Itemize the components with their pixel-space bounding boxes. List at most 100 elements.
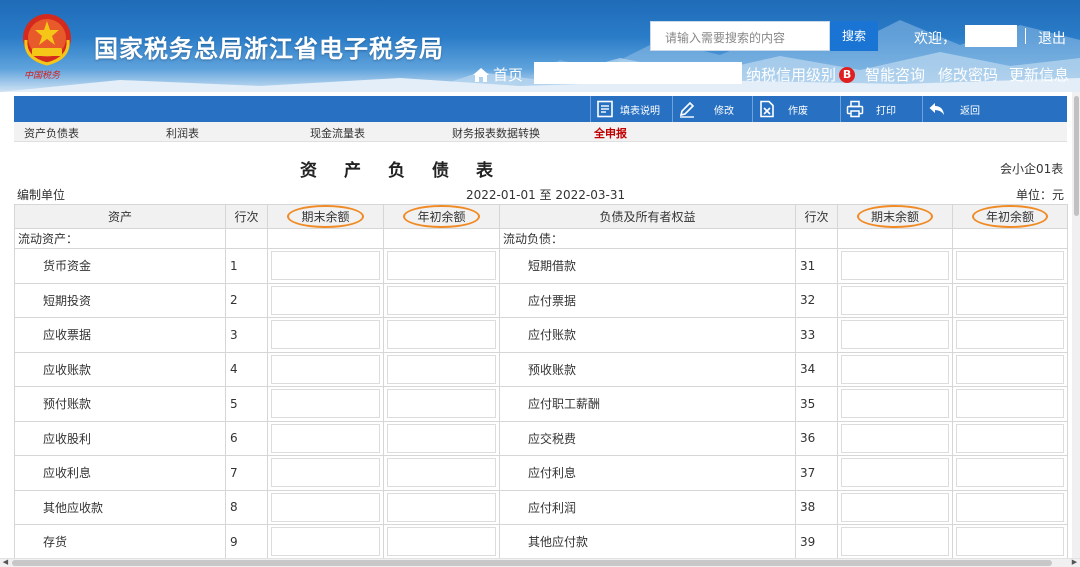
- search-button[interactable]: 搜索: [830, 21, 878, 51]
- opening-balance-input[interactable]: [387, 389, 496, 419]
- back-button[interactable]: 返回: [922, 96, 980, 122]
- line-number: 35: [795, 386, 838, 422]
- opening-balance-input[interactable]: [387, 354, 496, 384]
- scroll-right-arrow-icon[interactable]: ▶: [1070, 558, 1079, 567]
- opening-balance-input[interactable]: [956, 389, 1064, 419]
- credit-level[interactable]: 纳税信用级别 B: [746, 64, 856, 85]
- liability-name: 预收账款: [499, 351, 796, 387]
- ending-balance-input[interactable]: [841, 458, 949, 488]
- opening-balance-input[interactable]: [956, 354, 1064, 384]
- welcome-text: 欢迎，: [914, 31, 956, 47]
- tab-cash-flow[interactable]: 现金流量表: [310, 125, 365, 141]
- scroll-left-arrow-icon[interactable]: ◀: [1, 558, 10, 567]
- update-info-link[interactable]: 更新信息: [1009, 64, 1069, 85]
- ending-balance-input[interactable]: [841, 527, 949, 557]
- search-input[interactable]: 请输入需要搜索的内容: [650, 21, 830, 51]
- credit-badge: B: [839, 66, 856, 83]
- opening-balance-input[interactable]: [956, 320, 1064, 350]
- liability-name: 短期借款: [499, 248, 796, 284]
- ending-balance-input[interactable]: [841, 423, 949, 453]
- ending-balance-input[interactable]: [841, 389, 949, 419]
- ending-balance-input[interactable]: [271, 251, 380, 281]
- report-tabs: 资产负债表 利润表 现金流量表 财务报表数据转换 全申报: [14, 122, 1067, 142]
- back-label: 返回: [960, 105, 980, 117]
- opening-balance-input[interactable]: [387, 320, 496, 350]
- site-title: 国家税务总局浙江省电子税务局: [94, 35, 444, 63]
- line-number: 9: [225, 524, 268, 560]
- line-number: 34: [795, 351, 838, 387]
- home-label: 首页: [493, 66, 524, 84]
- table-header-row: 资产 行次 期末余额 年初余额 负债及所有者权益 行次 期末余额 年初余额: [14, 204, 1068, 229]
- vertical-scroll-thumb[interactable]: [1074, 96, 1079, 216]
- horizontal-scroll-thumb[interactable]: [12, 560, 1052, 566]
- opening-balance-input[interactable]: [956, 458, 1064, 488]
- report-title: 资产负债表: [300, 161, 520, 181]
- line-number: 39: [795, 524, 838, 560]
- col-header-opening-balance: 年初余额: [952, 204, 1068, 229]
- line-number: 4: [225, 351, 268, 387]
- change-password-link[interactable]: 修改密码: [938, 64, 998, 85]
- opening-balance-input[interactable]: [387, 458, 496, 488]
- smart-consult-link[interactable]: 智能咨询: [865, 64, 925, 85]
- line-number: 7: [225, 455, 268, 491]
- opening-balance-input[interactable]: [956, 527, 1064, 557]
- asset-name: 存货: [14, 524, 226, 560]
- tab-balance-sheet[interactable]: 资产负债表: [24, 125, 79, 141]
- line-number: 36: [795, 420, 838, 456]
- table-row: 存货 9 其他应付款 39: [14, 524, 1068, 560]
- edit-button[interactable]: 修改: [672, 96, 734, 122]
- highlight-circle: 期末余额: [856, 205, 933, 228]
- home-link[interactable]: 首页: [472, 64, 523, 85]
- username-redacted: [965, 25, 1017, 47]
- opening-balance-input[interactable]: [956, 251, 1064, 281]
- divider: [1025, 28, 1026, 44]
- col-header-ending-balance: 期末余额: [837, 204, 953, 229]
- logout-link[interactable]: 退出: [1038, 28, 1066, 48]
- ending-balance-input[interactable]: [271, 389, 380, 419]
- table-row: 预付账款 5 应付职工薪酬 35: [14, 386, 1068, 422]
- table-row: 应收股利 6 应交税费 36: [14, 420, 1068, 456]
- ending-balance-input[interactable]: [271, 492, 380, 522]
- opening-balance-input[interactable]: [956, 285, 1064, 315]
- opening-balance-input[interactable]: [956, 492, 1064, 522]
- col-header-ending-balance: 期末余额: [267, 204, 384, 229]
- action-toolbar: 填表说明 修改 作废 打印 返回: [14, 96, 1067, 122]
- ending-balance-input[interactable]: [271, 285, 380, 315]
- ending-balance-input[interactable]: [841, 492, 949, 522]
- asset-name: 应收利息: [14, 455, 226, 491]
- opening-balance-input[interactable]: [387, 285, 496, 315]
- ending-balance-input[interactable]: [841, 320, 949, 350]
- line-number: 32: [795, 282, 838, 318]
- ending-balance-input[interactable]: [271, 423, 380, 453]
- liability-name: 应付职工薪酬: [499, 386, 796, 422]
- ending-balance-input[interactable]: [271, 458, 380, 488]
- instructions-button[interactable]: 填表说明: [590, 96, 660, 122]
- line-number: 1: [225, 248, 268, 284]
- opening-balance-input[interactable]: [387, 527, 496, 557]
- printer-icon: [846, 100, 864, 118]
- tax-emblem-icon: [23, 14, 71, 66]
- opening-balance-input[interactable]: [387, 251, 496, 281]
- ending-balance-input[interactable]: [841, 285, 949, 315]
- ending-balance-input[interactable]: [271, 320, 380, 350]
- table-row: 货币资金 1 短期借款 31: [14, 248, 1068, 284]
- line-number: 2: [225, 282, 268, 318]
- tab-data-conversion[interactable]: 财务报表数据转换: [452, 125, 540, 141]
- ending-balance-input[interactable]: [271, 354, 380, 384]
- ending-balance-input[interactable]: [271, 527, 380, 557]
- line-number: 8: [225, 489, 268, 525]
- tab-full-declaration[interactable]: 全申报: [594, 125, 627, 141]
- opening-balance-input[interactable]: [387, 423, 496, 453]
- instructions-label: 填表说明: [620, 105, 660, 117]
- print-label: 打印: [876, 105, 896, 117]
- print-button[interactable]: 打印: [840, 96, 896, 122]
- tab-income-statement[interactable]: 利润表: [166, 125, 199, 141]
- table-row: 短期投资 2 应付票据 32: [14, 282, 1068, 318]
- pencil-icon: [679, 101, 695, 118]
- ending-balance-input[interactable]: [841, 251, 949, 281]
- void-button[interactable]: 作废: [752, 96, 808, 122]
- opening-balance-input[interactable]: [956, 423, 1064, 453]
- ending-balance-input[interactable]: [841, 354, 949, 384]
- col-header-line: 行次: [225, 204, 268, 229]
- opening-balance-input[interactable]: [387, 492, 496, 522]
